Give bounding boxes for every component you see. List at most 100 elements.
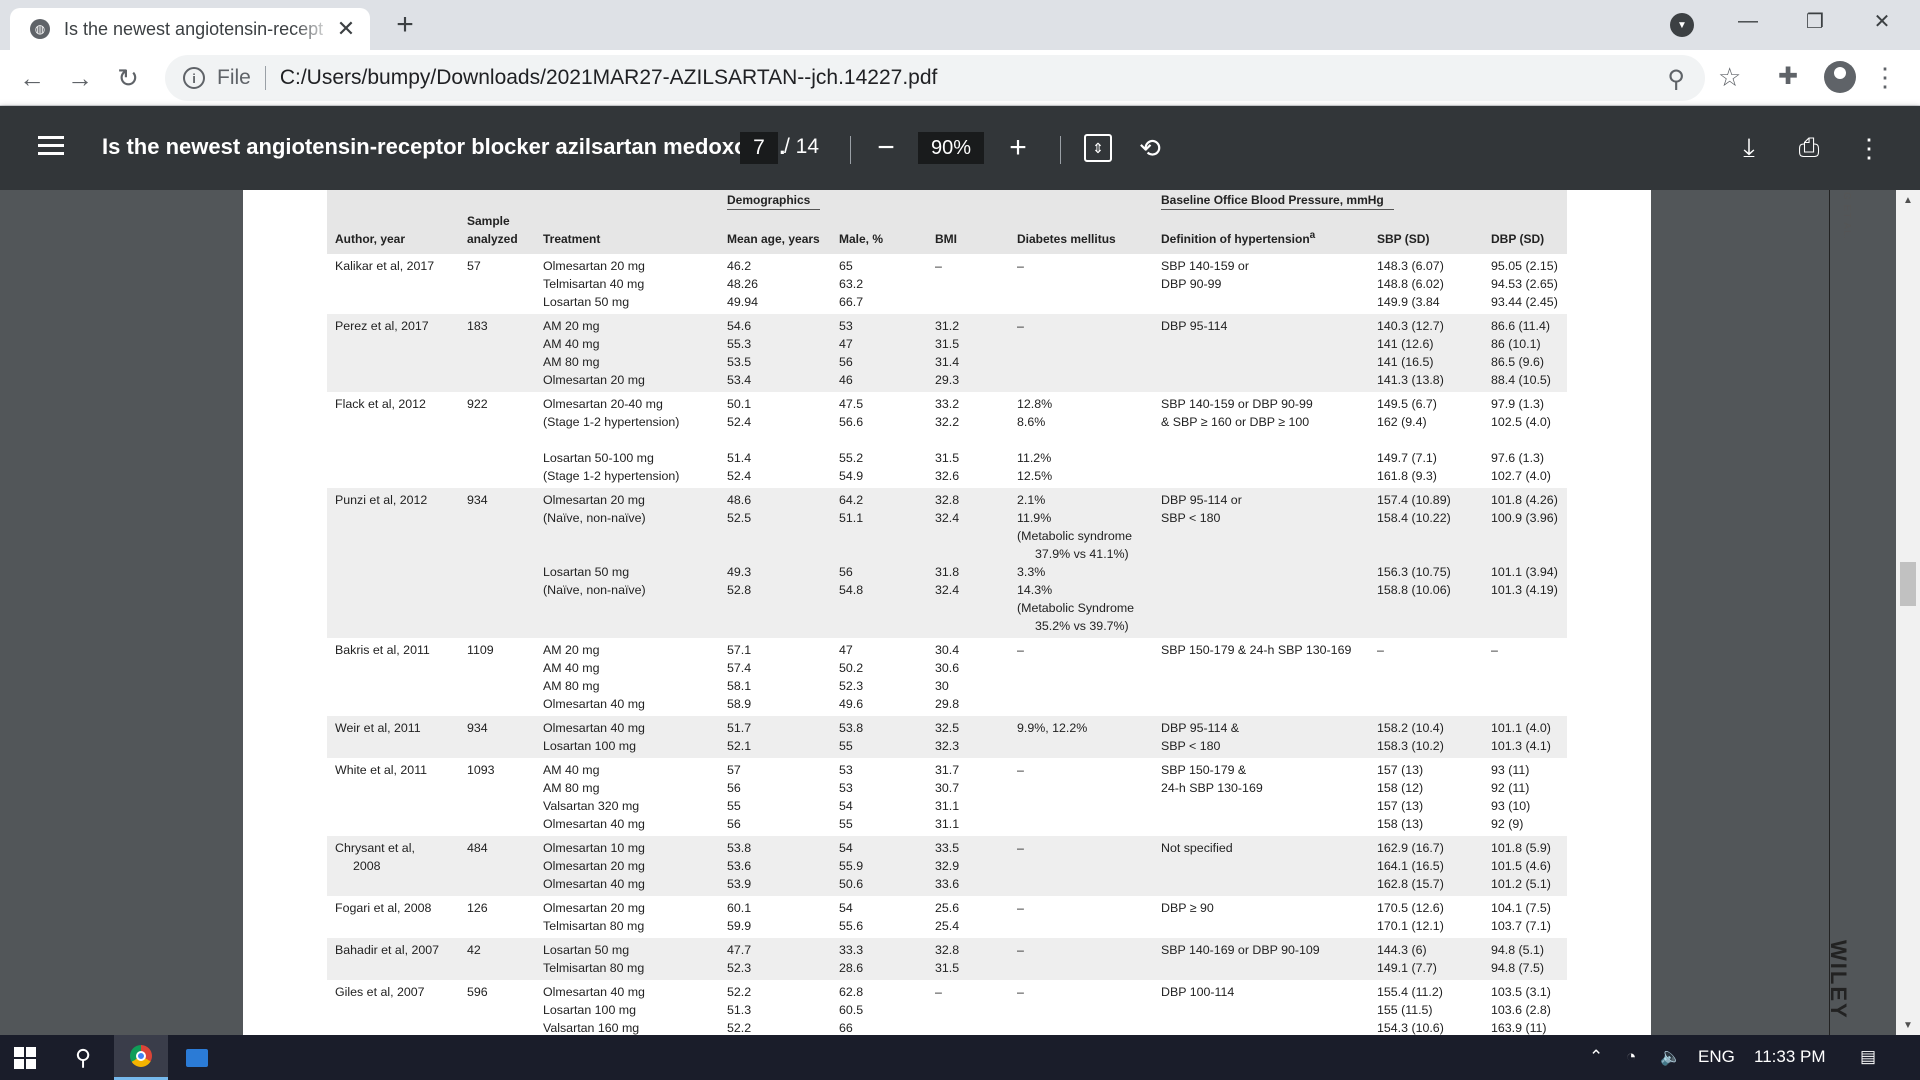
cell-age-line: 56 (727, 817, 741, 831)
magnifier-icon[interactable]: ⚲ (1667, 65, 1685, 94)
cell-male-line: 52.3 (839, 679, 864, 693)
cell-dbp: 101.8 (5.9) 101.5 (4.6) 101.2 (5.1) (1483, 836, 1567, 896)
cell-diabetes-line: 11.9% (1017, 511, 1052, 525)
volume-icon[interactable]: 🔈 (1660, 1047, 1681, 1067)
cell-sample: 922 (467, 397, 488, 411)
cell-diabetes-line: 2.1% (1017, 493, 1046, 507)
cell-treatment: Olmesartan 20 mg Telmisartan 40 mg Losarta… (535, 254, 719, 314)
cell-treatment-line: Losartan 100 mg (543, 1003, 636, 1017)
pdf-viewer[interactable]: G ET AL. WILEY Demographics Baseline Off… (0, 190, 1920, 1035)
cell-bmi-line: 31.8 (935, 565, 960, 579)
reload-icon[interactable]: ↻ (112, 62, 144, 94)
url-text[interactable]: C:/Users/bumpy/Downloads/2021MAR27-AZILS… (280, 66, 938, 90)
cell-treatment-line: AM 40 mg (543, 337, 600, 351)
cell-treatment-line (543, 527, 711, 545)
cell-sbp-line: 157 (13) (1377, 799, 1424, 813)
window-close-icon[interactable]: ✕ (1862, 5, 1902, 37)
scrollbar-thumb[interactable] (1900, 562, 1916, 606)
cell-treatment: Losartan 50 mg Telmisartan 80 mg (535, 938, 719, 980)
cell-diabetes: – (1009, 836, 1153, 896)
cell-dbp-line (1491, 431, 1559, 449)
cell-bmi-line: 32.8 (935, 493, 960, 507)
more-options-icon[interactable]: ⋮ (1853, 132, 1885, 164)
zoom-in-button[interactable]: + (1000, 130, 1036, 166)
cell-sbp-line: 149.5 (6.7) (1377, 397, 1437, 411)
cell-sbp: 140.3 (12.7) 141 (12.6) 141 (16.5) 141.3 (1… (1369, 314, 1483, 392)
cell-male: 54 55.9 50.6 (831, 836, 927, 896)
back-icon[interactable]: ← (16, 62, 48, 94)
tab-search-icon[interactable]: ▼ (1670, 13, 1694, 37)
cell-definition-line: SBP < 180 (1161, 739, 1221, 753)
cell-sbp-line: 144.3 (6) (1377, 943, 1427, 957)
zoom-out-button[interactable]: − (868, 130, 904, 166)
cell-bmi-line: 29.8 (935, 697, 960, 711)
address-bar[interactable]: i File C:/Users/bumpy/Downloads/2021MAR2… (165, 55, 1705, 101)
cell-age-line (727, 527, 823, 545)
cell-sample: 42 (459, 938, 535, 980)
info-icon[interactable]: i (183, 67, 205, 89)
cell-treatment-line: Olmesartan 40 mg (543, 985, 645, 999)
chevron-up-icon[interactable]: ⌃ (1589, 1047, 1603, 1067)
cell-sbp-line: 158.8 (10.06) (1377, 583, 1451, 597)
zoom-level-input[interactable]: 90% (918, 132, 984, 164)
page-number-input[interactable]: 7 (740, 132, 778, 164)
rotate-icon[interactable]: ⟲ (1134, 132, 1166, 164)
cell-diabetes: – (1009, 758, 1153, 836)
cell-dbp: 93 (11) 92 (11) 93 (10) 92 (9) (1483, 758, 1567, 836)
browser-tab[interactable]: ◍ Is the newest angiotensin-recept ✕ (10, 8, 370, 50)
cell-dbp: 94.8 (5.1) 94.8 (7.5) (1483, 938, 1567, 980)
cell-diabetes-line: – (1017, 841, 1024, 855)
puzzle-icon[interactable]: ✚ (1778, 62, 1798, 91)
search-icon[interactable]: ⚲ (58, 1035, 108, 1080)
minimize-icon[interactable]: — (1728, 5, 1768, 37)
cell-treatment-line: Olmesartan 20 mg (543, 901, 645, 915)
cell-diabetes: – (1009, 896, 1153, 938)
col-header-author: Author, year (327, 211, 459, 254)
cell-age-line: 48.26 (727, 277, 759, 291)
cell-male-line: 51.1 (839, 511, 864, 525)
kebab-menu-icon[interactable]: ⋮ (1872, 62, 1898, 93)
new-tab-button[interactable]: + (390, 8, 420, 41)
cell-male-line: 56 (839, 565, 853, 579)
cell-male-line: 55 (839, 817, 853, 831)
close-tab-icon[interactable]: ✕ (334, 16, 358, 41)
media-app-icon[interactable] (172, 1035, 222, 1080)
scroll-up-icon[interactable]: ▲ (1896, 190, 1920, 210)
cell-dbp-line: 102.5 (4.0) (1491, 415, 1551, 429)
cell-bmi-line: 32.8 (935, 943, 960, 957)
cell-male: 53 53 54 55 (831, 758, 927, 836)
pdf-toolbar: Is the newest angiotensin-receptor block… (0, 106, 1920, 190)
cell-age-line: 55 (727, 799, 741, 813)
star-icon[interactable]: ☆ (1718, 62, 1741, 93)
account-icon[interactable] (1824, 61, 1856, 93)
group-header-baseline: Baseline Office Blood Pressure, mmHg (1161, 191, 1394, 210)
cell-bmi-line: 25.4 (935, 919, 960, 933)
cell-dbp: 104.1 (7.5) 103.7 (7.1) (1483, 896, 1567, 938)
cell-diabetes-line: 9.9%, 12.2% (1017, 721, 1088, 735)
cell-definition-line: DBP 95-114 (1161, 319, 1228, 333)
cell-dbp-line: 163.9 (11) (1491, 1021, 1547, 1035)
print-icon[interactable]: ⎙ (1793, 132, 1825, 164)
cell-treatment-line: Olmesartan 10 mg (543, 841, 645, 855)
cell-treatment-line: AM 40 mg (543, 661, 600, 675)
cell-age-line: 57.4 (727, 661, 752, 675)
cell-age-line: 56 (727, 781, 741, 795)
chrome-taskbar-button[interactable] (114, 1035, 168, 1080)
fit-page-icon[interactable]: ⇕ (1084, 134, 1112, 162)
clock[interactable]: 11:33 PM (1754, 1047, 1826, 1067)
cell-male-line: 47 (839, 643, 853, 657)
windows-start-icon[interactable] (14, 1047, 36, 1069)
wifi-icon[interactable]: ◔ (1626, 1047, 1636, 1067)
forward-icon[interactable]: → (64, 62, 96, 94)
cell-age: 50.1 52.4 51.4 52.4 (719, 392, 831, 488)
cell-male-line: 64.2 (839, 493, 864, 507)
cell-age: 53.8 53.6 53.9 (719, 836, 831, 896)
scroll-down-icon[interactable]: ▼ (1896, 1015, 1920, 1035)
vertical-scrollbar[interactable]: ▲ ▼ (1896, 190, 1920, 1035)
language-indicator[interactable]: ENG (1698, 1047, 1735, 1067)
download-icon[interactable]: ⤓ (1733, 132, 1765, 164)
notifications-icon[interactable]: ▤ (1860, 1047, 1876, 1067)
hamburger-menu-icon[interactable] (38, 136, 64, 156)
cell-age-line: 49.94 (727, 295, 759, 309)
restore-icon[interactable]: ❐ (1795, 5, 1835, 37)
